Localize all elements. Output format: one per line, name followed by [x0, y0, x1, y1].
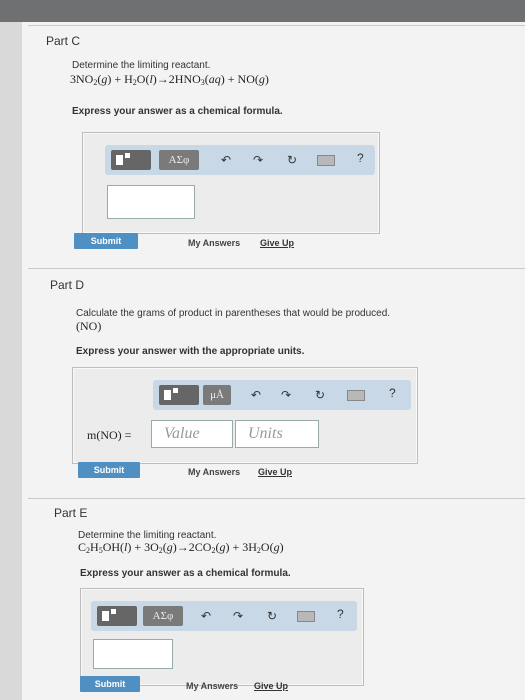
units-input[interactable]: Units: [235, 420, 319, 448]
part-e-equation: C2H5OH(l) + 3O2(g)→2CO2(g) + 3H2O(g): [78, 540, 284, 555]
content-page: Part C Determine the limiting reactant. …: [22, 22, 525, 700]
units-symbols-button[interactable]: μÅ: [203, 385, 231, 405]
part-e-submit-button[interactable]: Submit: [80, 676, 140, 692]
value-input[interactable]: Value: [151, 420, 233, 448]
part-c-give-up-link[interactable]: Give Up: [260, 238, 294, 248]
undo-icon[interactable]: ↶: [249, 386, 263, 404]
redo-icon[interactable]: ↷: [279, 386, 293, 404]
template-icon[interactable]: [159, 385, 199, 405]
redo-icon[interactable]: ↷: [231, 607, 245, 625]
divider: [28, 498, 525, 499]
part-c-prompt: Determine the limiting reactant.: [72, 60, 211, 71]
part-e-give-up-link[interactable]: Give Up: [254, 681, 288, 691]
symbols-button[interactable]: ΑΣφ: [143, 606, 183, 626]
keyboard-icon[interactable]: [347, 390, 365, 401]
mass-no-label: m(NO) =: [87, 428, 132, 442]
part-d-product: (NO): [76, 319, 102, 333]
help-icon[interactable]: ?: [389, 386, 396, 400]
part-c-instruction: Express your answer as a chemical formul…: [72, 106, 283, 117]
divider: [28, 268, 525, 269]
part-c-answer-input[interactable]: [107, 185, 195, 219]
part-c-toolbar: ΑΣφ ↶ ↷ ↻ ?: [105, 145, 375, 175]
reset-icon[interactable]: ↻: [265, 607, 279, 625]
top-bar: [0, 0, 525, 22]
part-d-submit-button[interactable]: Submit: [78, 462, 140, 478]
part-d-my-answers-link[interactable]: My Answers: [188, 467, 240, 477]
reset-icon[interactable]: ↻: [313, 386, 327, 404]
part-c-my-answers-link[interactable]: My Answers: [188, 238, 240, 248]
part-d-prompt: Calculate the grams of product in parent…: [76, 308, 391, 319]
divider: [28, 25, 525, 26]
symbols-button[interactable]: ΑΣφ: [159, 150, 199, 170]
part-e-toolbar: ΑΣφ ↶ ↷ ↻ ?: [91, 601, 357, 631]
part-c-answer-panel: ΑΣφ ↶ ↷ ↻ ?: [82, 132, 380, 234]
part-e-answer-panel: ΑΣφ ↶ ↷ ↻ ?: [80, 588, 364, 686]
part-e-title: Part E: [54, 506, 88, 520]
redo-icon[interactable]: ↷: [251, 151, 265, 169]
part-d-title: Part D: [50, 278, 85, 292]
part-d-toolbar: μÅ ↶ ↷ ↻ ?: [153, 380, 411, 410]
undo-icon[interactable]: ↶: [199, 607, 213, 625]
part-d-instruction: Express your answer with the appropriate…: [76, 346, 305, 357]
help-icon[interactable]: ?: [337, 607, 344, 621]
part-e-instruction: Express your answer as a chemical formul…: [80, 568, 291, 579]
keyboard-icon[interactable]: [317, 155, 335, 166]
keyboard-icon[interactable]: [297, 611, 315, 622]
help-icon[interactable]: ?: [357, 151, 364, 165]
part-c-equation: 3NO2(g) + H2O(l)→2HNO3(aq) + NO(g): [70, 72, 269, 87]
part-d-answer-panel: μÅ ↶ ↷ ↻ ? m(NO) = Value Units: [72, 367, 418, 464]
part-c-title: Part C: [46, 34, 81, 48]
template-icon[interactable]: [111, 150, 151, 170]
reset-icon[interactable]: ↻: [285, 151, 299, 169]
template-icon[interactable]: [97, 606, 137, 626]
part-e-answer-input[interactable]: [93, 639, 173, 669]
part-c-submit-button[interactable]: Submit: [74, 233, 138, 249]
part-e-my-answers-link[interactable]: My Answers: [186, 681, 238, 691]
undo-icon[interactable]: ↶: [219, 151, 233, 169]
part-d-give-up-link[interactable]: Give Up: [258, 467, 292, 477]
